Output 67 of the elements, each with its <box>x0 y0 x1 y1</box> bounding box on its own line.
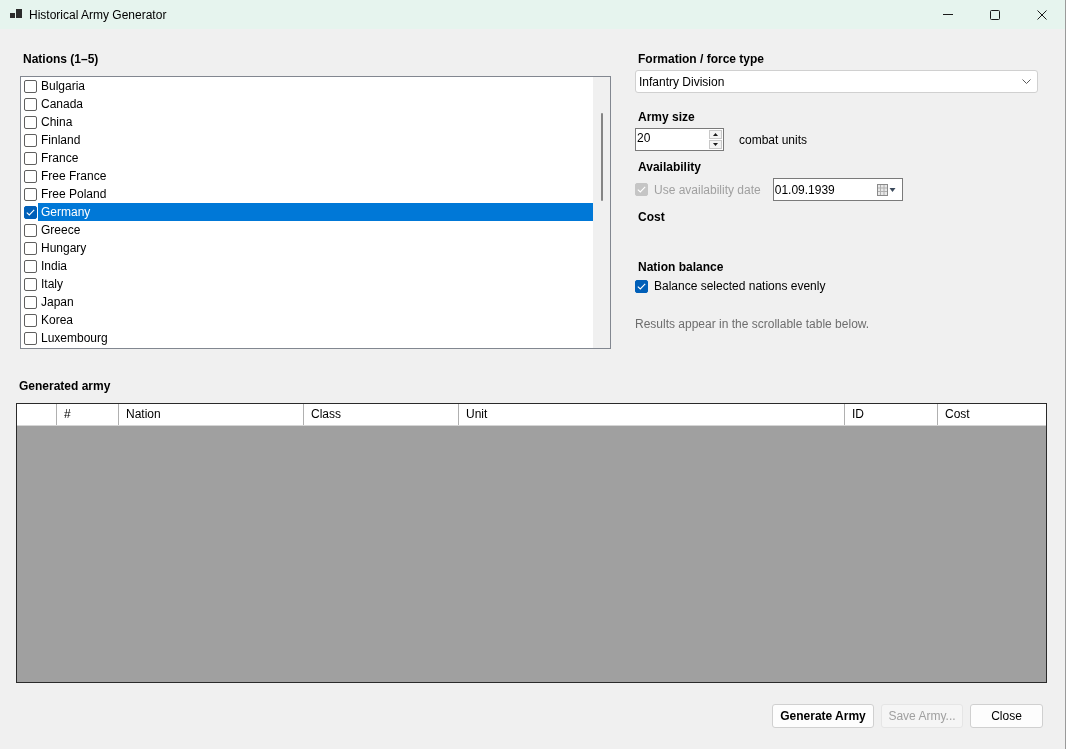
checkbox[interactable] <box>24 205 37 219</box>
army-size-label: Army size <box>638 109 695 125</box>
checkbox[interactable] <box>24 259 37 273</box>
nation-balance-label: Nation balance <box>638 259 724 275</box>
spin-up-icon[interactable] <box>709 130 722 139</box>
nation-list-item[interactable]: Free France <box>38 167 593 185</box>
minimize-icon <box>943 14 953 15</box>
nation-list-item[interactable]: Greece <box>38 221 593 239</box>
hint-text: Results appear in the scrollable table below. <box>635 316 870 332</box>
nation-list-item[interactable]: Italy <box>38 275 593 293</box>
app-icon <box>10 9 22 20</box>
checkbox[interactable] <box>24 277 37 291</box>
nation-list-item[interactable]: Japan <box>38 293 593 311</box>
checkbox[interactable] <box>24 241 37 255</box>
column-header[interactable]: ID <box>845 404 938 425</box>
scrollbar[interactable] <box>593 77 610 348</box>
army-size-unit: combat units <box>739 132 808 148</box>
checkbox[interactable] <box>635 279 648 293</box>
nation-list-item[interactable]: Hungary <box>38 239 593 257</box>
checkbox[interactable] <box>24 115 37 129</box>
checkbox[interactable] <box>24 223 37 237</box>
calendar-icon[interactable] <box>876 183 896 196</box>
close-icon <box>1037 9 1047 20</box>
column-header[interactable]: Unit <box>459 404 845 425</box>
generated-army-label: Generated army <box>19 378 111 394</box>
maximize-icon <box>990 9 1000 20</box>
checkbox[interactable] <box>24 133 37 147</box>
scrollbar-thumb[interactable] <box>600 113 603 201</box>
nation-list-item[interactable]: Germany <box>38 203 593 221</box>
nations-label: Nations (1–5) <box>23 51 99 67</box>
checkbox[interactable] <box>24 187 37 201</box>
checkmark-icon <box>637 282 646 290</box>
checkbox-label: Use availability date <box>654 181 761 198</box>
army-size-spinner[interactable]: 20 <box>635 128 724 151</box>
nation-list-item[interactable]: Free Poland <box>38 185 593 203</box>
chevron-down-icon <box>1022 79 1031 84</box>
nation-list-item[interactable]: Bulgaria <box>38 77 593 95</box>
checkmark-icon <box>637 186 646 193</box>
date-picker[interactable]: 01.09.1939 <box>772 178 903 201</box>
checkbox[interactable] <box>24 295 37 309</box>
dialog-button[interactable]: Generate Army <box>772 704 874 728</box>
checkmark-icon <box>26 208 35 216</box>
checkbox[interactable] <box>24 97 37 111</box>
column-header[interactable]: # <box>57 404 119 425</box>
nation-list-item[interactable]: Canada <box>38 95 593 113</box>
nation-list-item[interactable]: Korea <box>38 311 593 329</box>
formation-label: Formation / force type <box>638 51 765 67</box>
formation-dropdown[interactable]: Infantry Division <box>635 70 1038 93</box>
spin-down-icon[interactable] <box>709 140 722 149</box>
checkbox[interactable] <box>24 313 37 327</box>
checkbox[interactable] <box>24 169 37 183</box>
checkbox-label: Balance selected nations evenly <box>654 278 826 294</box>
nation-list-item[interactable]: France <box>38 149 593 167</box>
column-header[interactable]: Class <box>304 404 459 425</box>
checkbox[interactable] <box>24 331 37 345</box>
availability-label: Availability <box>638 159 701 175</box>
cost-label: Cost <box>638 209 665 225</box>
checkbox[interactable] <box>24 151 37 165</box>
window-title: Historical Army Generator <box>29 6 167 23</box>
nation-list-item[interactable]: India <box>38 257 593 275</box>
dialog-button[interactable]: Close <box>970 704 1043 728</box>
nation-list-item[interactable]: China <box>38 113 593 131</box>
checkbox[interactable] <box>24 79 37 93</box>
column-header[interactable]: Cost <box>938 404 1046 425</box>
nation-list-item[interactable]: Finland <box>38 131 593 149</box>
nation-list-item[interactable]: Luxembourg <box>38 329 593 347</box>
column-header[interactable]: Nation <box>119 404 304 425</box>
